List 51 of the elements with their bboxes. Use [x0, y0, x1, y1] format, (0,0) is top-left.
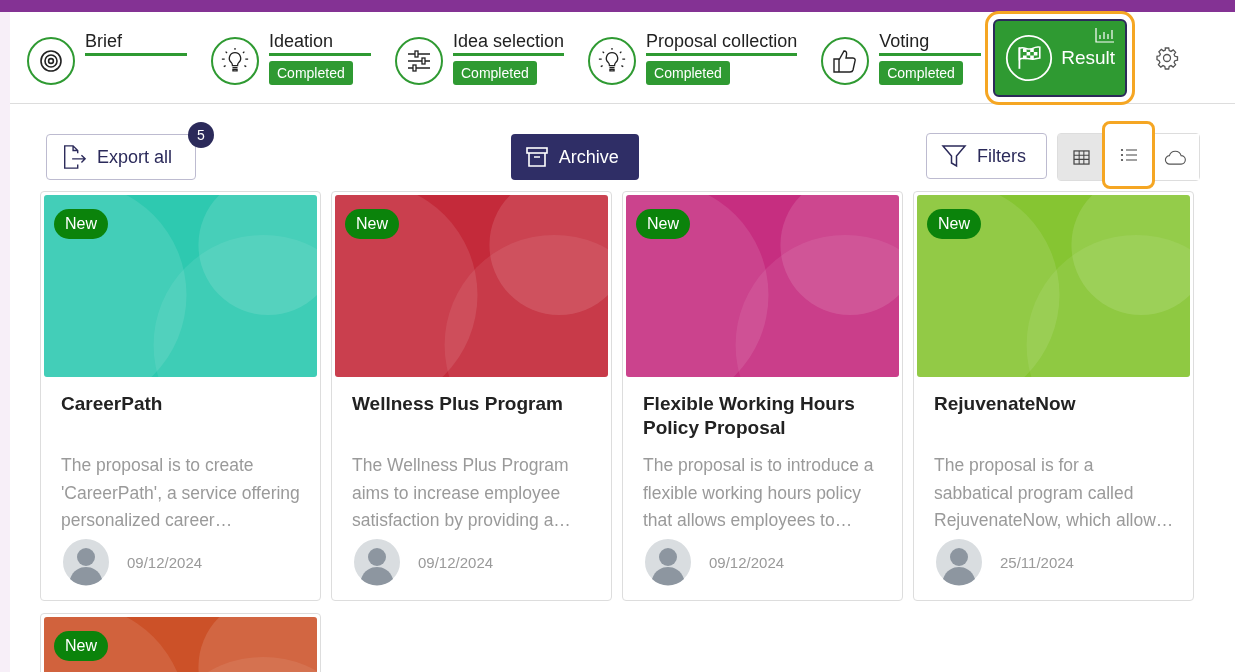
proposal-card[interactable]: New [40, 613, 321, 672]
card-title: RejuvenateNow [934, 392, 1077, 416]
new-badge: New [636, 209, 690, 239]
filter-icon [941, 143, 967, 169]
proposal-card[interactable]: New Flexible Working Hours Policy Proposal The proposal is to introduce a flexible working hours policy that allows employees to… 09/12/2024 [622, 191, 903, 601]
bar-chart-icon [1095, 26, 1116, 43]
status-badge: Completed [879, 60, 963, 85]
new-badge: New [54, 631, 108, 661]
step-label[interactable]: Brief [85, 30, 187, 56]
archive-box-icon [524, 145, 549, 169]
status-badge: Completed [453, 60, 537, 85]
list-view-button[interactable] [1105, 124, 1152, 186]
avatar-icon [352, 537, 402, 587]
card-description: The proposal is for a sabbatical program called RejuvenateNow, which allow… [934, 454, 1175, 532]
status-badge: Completed [646, 60, 730, 85]
table-view-button[interactable] [1058, 134, 1105, 180]
settings-icon[interactable] [1155, 45, 1180, 70]
proposal-card[interactable]: New CareerPath The proposal is to create 'CareerPath', a service offering personalized career… 09/12/2024 [40, 191, 321, 601]
new-badge: New [927, 209, 981, 239]
card-date: 09/12/2024 [709, 553, 785, 571]
export-file-icon [61, 144, 87, 170]
card-description: The proposal is to introduce a flexible working hours policy that allows employees to… [643, 454, 875, 532]
step-label[interactable]: Idea selection [453, 30, 565, 56]
export-all-button[interactable]: Export all [46, 134, 196, 180]
card-title: Flexible Working Hours Policy Proposal [643, 392, 856, 440]
proposal-card[interactable]: New Wellness Plus Program The Wellness Plus Program aims to increase employee satisfaction by providing a… 09/12/2024 [331, 191, 612, 601]
new-badge: New [54, 209, 108, 239]
filters-button[interactable]: Filters [926, 133, 1047, 179]
step-label[interactable]: Voting [879, 30, 982, 56]
card-description: The proposal is to create 'CareerPath', a service offering personalized career… [61, 454, 301, 532]
card-title: CareerPath [61, 392, 164, 416]
avatar-icon [934, 537, 984, 587]
card-title: Wellness Plus Program [352, 392, 564, 416]
card-date: 09/12/2024 [418, 553, 494, 571]
step-label[interactable]: Ideation [269, 30, 371, 56]
archive-button[interactable]: Archive [510, 134, 639, 180]
avatar-icon [61, 537, 111, 587]
flag-icon [1005, 33, 1054, 82]
step-label[interactable]: Proposal collection [646, 30, 798, 56]
avatar-icon [643, 537, 693, 587]
status-badge: Completed [269, 60, 353, 85]
card-date: 09/12/2024 [127, 553, 203, 571]
proposal-card[interactable]: New RejuvenateNow The proposal is for a sabbatical program called RejuvenateNow, which allow… 25/11/2024 [913, 191, 1194, 601]
new-badge: New [345, 209, 399, 239]
list-icon [1119, 147, 1138, 163]
target-icon [39, 48, 63, 73]
cloud-icon [1164, 149, 1187, 165]
card-date: 25/11/2024 [1000, 553, 1074, 571]
table-icon [1073, 149, 1090, 165]
card-description: The Wellness Plus Program aims to increase employee satisfaction by providing a… [352, 454, 572, 532]
count-badge: 5 [188, 122, 214, 148]
